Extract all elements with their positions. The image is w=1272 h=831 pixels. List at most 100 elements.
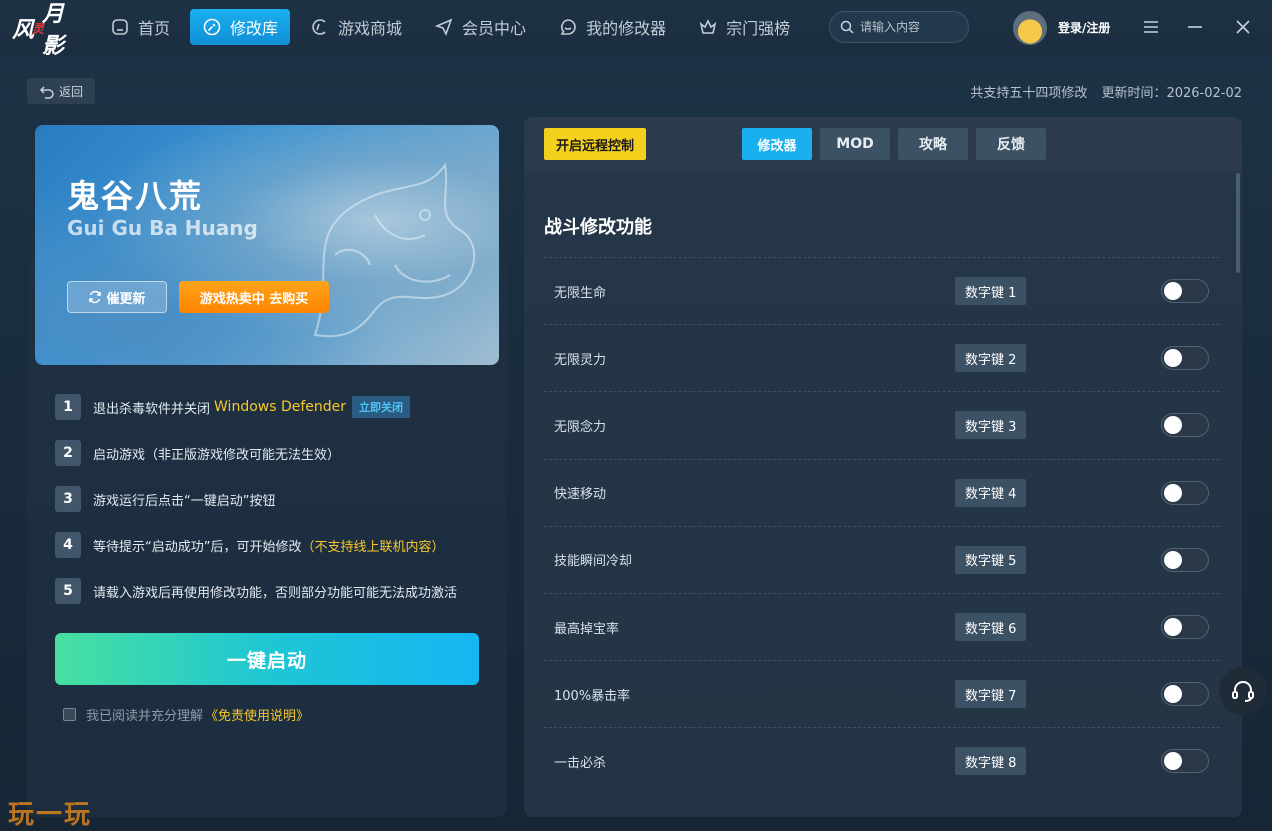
search-input[interactable]	[860, 20, 960, 34]
game-subtitle: Gui Gu Ba Huang	[67, 216, 258, 240]
step-number: 4	[55, 532, 81, 558]
disclaimer-link[interactable]: 《免责使用说明》	[205, 705, 309, 724]
cheat-name: 100%暴击率	[554, 688, 631, 704]
hotkey-badge: 数字键 8	[955, 747, 1027, 776]
cheat-row: 一击必杀 数字键 8	[544, 727, 1220, 794]
nav-item-mod-library[interactable]: 修改库	[190, 9, 291, 45]
hotkey-badge: 数字键 6	[955, 613, 1027, 642]
cheat-toggle[interactable]	[1161, 615, 1209, 640]
trainer-panel-header: 开启远程控制 修改器 MOD 攻略 反馈	[524, 117, 1242, 171]
nav-item-store[interactable]: 游戏商城	[298, 9, 414, 45]
nav-item-label: 宗门强榜	[726, 19, 791, 38]
windows-defender-highlight: Windows Defender	[214, 399, 347, 415]
cheat-toggle[interactable]	[1161, 480, 1209, 505]
request-update-button[interactable]: 催更新	[67, 281, 167, 313]
cheat-toggle[interactable]	[1161, 749, 1209, 774]
request-update-label: 催更新	[106, 291, 146, 307]
main-nav: 首页 修改库 游戏商城 会员中心 我的修改器 宗门强榜	[98, 9, 810, 45]
cheat-name: 技能瞬间冷却	[554, 554, 633, 570]
nav-item-member-center[interactable]: 会员中心	[422, 9, 538, 45]
close-icon	[1236, 20, 1250, 34]
nav-item-home[interactable]: 首页	[98, 9, 182, 45]
crown-icon	[699, 19, 717, 34]
cheat-row: 无限念力 数字键 3	[544, 391, 1220, 458]
step-item: 4 等待提示“启动成功”后，可开始修改 （不支持线上联机内容）	[55, 532, 495, 558]
hotkey-badge: 数字键 7	[955, 680, 1027, 709]
step-item: 3 游戏运行后点击“一键启动”按钮	[55, 486, 495, 512]
avatar[interactable]	[1013, 11, 1047, 45]
cheat-toggle[interactable]	[1161, 413, 1209, 438]
update-time: 更新时间：2026-02-02	[1101, 86, 1242, 101]
cheat-name: 一击必杀	[554, 755, 607, 771]
tab-guide[interactable]: 攻略	[898, 128, 968, 160]
login-register-link[interactable]: 登录/注册	[1058, 19, 1110, 36]
step-text: 退出杀毒软件并关闭	[93, 401, 211, 417]
cheat-name: 无限生命	[554, 285, 607, 301]
game-info-panel: 鬼谷八荒 Gui Gu Ba Huang 催更新 游戏热卖中 去购买 1 退出杀…	[27, 117, 507, 817]
hotkey-badge: 数字键 4	[955, 478, 1027, 507]
tab-trainer[interactable]: 修改器	[742, 128, 812, 160]
chat-icon	[560, 19, 576, 35]
step-text: 启动游戏（非正版游戏修改可能无法生效）	[93, 447, 341, 463]
cheat-row: 无限灵力 数字键 2	[544, 324, 1220, 391]
toggle-knob	[1164, 550, 1182, 569]
search-icon	[840, 20, 854, 34]
agreement-text: 我已阅读并充分理解	[86, 709, 204, 724]
nav-item-label: 首页	[138, 19, 171, 38]
support-info: 共支持五十四项修改 更新时间：2026-02-02	[970, 82, 1242, 101]
instruction-steps: 1 退出杀毒软件并关闭 Windows Defender 立即关闭 2 启动游戏…	[55, 394, 495, 624]
nav-item-ranking[interactable]: 宗门强榜	[686, 9, 802, 45]
scrollbar[interactable]	[1236, 173, 1240, 273]
search-box[interactable]	[829, 11, 969, 43]
tab-feedback[interactable]: 反馈	[976, 128, 1046, 160]
hotkey-badge: 数字键 1	[955, 277, 1027, 306]
section-title: 战斗修改功能	[544, 217, 652, 238]
step-text: 请载入游戏后再使用修改功能，否则部分功能可能无法成功激活	[93, 585, 458, 601]
cheat-row: 技能瞬间冷却 数字键 5	[544, 525, 1220, 593]
step-item: 5 请载入游戏后再使用修改功能，否则部分功能可能无法成功激活	[55, 578, 495, 604]
cheat-toggle[interactable]	[1161, 279, 1209, 304]
agreement-checkbox[interactable]	[63, 708, 76, 721]
trainer-tabs: 修改器 MOD 攻略 反馈	[742, 128, 1046, 160]
game-title: 鬼谷八荒	[67, 177, 204, 215]
minimize-button[interactable]	[1184, 16, 1206, 38]
hotkey-badge: 数字键 2	[955, 344, 1027, 373]
close-button[interactable]	[1232, 16, 1254, 38]
wrench-icon	[203, 18, 221, 36]
step-number: 1	[55, 394, 81, 420]
step-text: 等待提示“启动成功”后，可开始修改	[93, 539, 302, 555]
cheat-name: 最高掉宝率	[554, 621, 620, 637]
nav-item-my-trainers[interactable]: 我的修改器	[546, 9, 678, 45]
cheat-toggle[interactable]	[1161, 346, 1209, 371]
agreement-row: 我已阅读并充分理解 《免责使用说明》	[63, 705, 309, 724]
toggle-knob	[1164, 416, 1182, 435]
back-button[interactable]: 返回	[27, 78, 95, 104]
step-item: 1 退出杀毒软件并关闭 Windows Defender 立即关闭	[55, 394, 495, 420]
customer-support-button[interactable]	[1219, 667, 1267, 715]
remote-control-button[interactable]: 开启远程控制	[544, 128, 646, 160]
nav-item-label: 游戏商城	[338, 19, 403, 38]
buy-game-button[interactable]: 游戏热卖中 去购买	[179, 281, 329, 313]
one-click-start-button[interactable]: 一键启动	[55, 633, 479, 685]
toggle-knob	[1164, 282, 1182, 301]
disable-now-button[interactable]: 立即关闭	[352, 396, 411, 418]
toggle-knob	[1164, 483, 1182, 502]
app-logo[interactable]: 风灵月影	[12, 1, 78, 59]
cheat-toggle[interactable]	[1161, 682, 1209, 707]
menu-button[interactable]	[1140, 16, 1162, 38]
cheat-row: 最高掉宝率 数字键 6	[544, 592, 1220, 660]
trainer-panel: 开启远程控制 修改器 MOD 攻略 反馈 战斗修改功能 无限生命 数字键 1 无…	[524, 117, 1242, 817]
tab-mod[interactable]: MOD	[820, 128, 890, 160]
step-number: 3	[55, 486, 81, 512]
watermark-logo: 玩一玩	[8, 800, 93, 830]
step-text: 游戏运行后点击“一键启动”按钮	[93, 493, 276, 509]
hotkey-badge: 数字键 3	[955, 411, 1027, 440]
cheat-toggle[interactable]	[1161, 547, 1209, 572]
toggle-knob	[1164, 349, 1182, 368]
back-arrow-icon	[39, 86, 54, 99]
headset-icon	[1232, 681, 1254, 702]
cheat-name: 无限灵力	[554, 352, 607, 368]
toggle-knob	[1164, 618, 1182, 637]
toggle-knob	[1164, 685, 1182, 704]
cheat-name: 无限念力	[554, 419, 607, 435]
